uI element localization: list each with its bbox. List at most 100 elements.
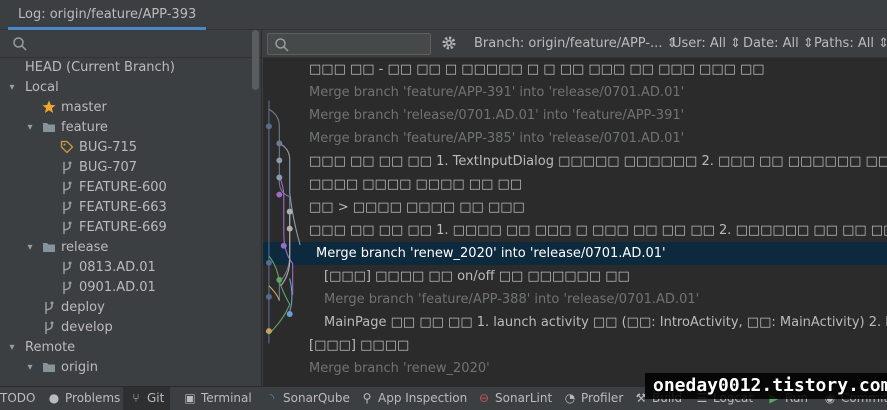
sonarlint-icon: ⊖ <box>478 391 490 405</box>
app-inspection-tab[interactable]: ⚲ App Inspection <box>360 387 468 410</box>
tab-bar: Log: origin/feature/APP-393 <box>0 0 887 30</box>
commit-graph <box>265 100 301 344</box>
tree-local[interactable]: ▾ Local <box>0 78 261 98</box>
chevron-down-icon[interactable]: ▾ <box>24 358 36 378</box>
paths-filter-label: Paths: All <box>814 36 874 51</box>
commit-row[interactable]: Merge branch 'feature/APP-385' into 'rel… <box>263 127 887 150</box>
chevron-down-icon[interactable]: ▾ <box>6 78 18 98</box>
tree-label: Local <box>25 80 59 95</box>
date-filter[interactable]: Date: All ⇕ <box>743 36 814 51</box>
gear-icon[interactable] <box>441 35 457 55</box>
sonarqube-icon: ◝ <box>269 391 275 405</box>
commit-list: □□□ □□ - □□ □□ □ □□□□□ □ □ □□ □□□ □□ □□□… <box>263 58 887 380</box>
tree-label: develop <box>61 320 113 335</box>
search-icon[interactable] <box>12 36 28 56</box>
commit-message: MainPage □□ □□ □□ 1. launch activity □□ … <box>324 315 887 330</box>
tree-branch-bug-715[interactable]: BUG-715 <box>0 138 261 158</box>
commit-row[interactable]: □□□□ □□□□ □□□□ □□ □□ <box>263 173 887 196</box>
tree-release[interactable]: ▾ release <box>0 238 261 258</box>
tree-feature[interactable]: ▾ feature <box>0 118 261 138</box>
watermark: oneday0012.tistory.com <box>645 373 887 399</box>
chevron-down-icon[interactable]: ▾ <box>6 338 18 358</box>
commit-row[interactable]: Merge branch 'release/0701.AD.01' into '… <box>263 104 887 127</box>
commit-message: Merge branch 'feature/APP-391' into 'rel… <box>309 85 685 100</box>
todo-tab[interactable]: TODO <box>0 387 35 410</box>
tree-label: 0813.AD.01 <box>79 260 156 275</box>
commit-row[interactable]: □□□ □□ □□ □□ 1. TextInputDialog □□□□□ □□… <box>263 150 887 173</box>
tree-branch-feature-600[interactable]: FEATURE-600 <box>0 178 261 198</box>
branch-icon <box>60 280 74 296</box>
tree-branch-deploy[interactable]: deploy <box>0 298 261 318</box>
branch-filter[interactable]: Branch: origin/feature/APP-... ⇕ <box>474 36 678 51</box>
commit-row[interactable]: MainPage □□ □□ □□ 1. launch activity □□ … <box>263 311 887 334</box>
tree-label: feature <box>61 120 108 135</box>
branch-icon <box>60 160 74 176</box>
terminal-label: Terminal <box>201 391 252 405</box>
branch-tree-scrollbar[interactable] <box>252 30 259 90</box>
commit-message: □□□ □□ - □□ □□ □ □□□□□ □ □ □□ □□□ □□ □□□… <box>309 62 765 77</box>
commit-message: Merge branch 'release/0701.AD.01' into '… <box>309 108 685 123</box>
app-inspection-label: App Inspection <box>378 391 468 405</box>
branches-panel: HEAD (Current Branch) ▾ Local master ▾ f… <box>0 30 262 386</box>
tree-label: Remote <box>25 340 76 355</box>
commit-message: Merge branch 'feature/APP-388' into 'rel… <box>324 292 700 307</box>
star-icon <box>42 100 56 116</box>
profiler-tab[interactable]: ◔ Profiler <box>563 387 624 410</box>
git-tab[interactable]: ⑂ Git <box>123 387 171 410</box>
commit-row[interactable]: □□ > □□□□ □□□□ □□ □□□ <box>263 196 887 219</box>
commit-message: □□ > □□□□ □□□□ □□ □□□ <box>309 200 525 215</box>
tree-head[interactable]: HEAD (Current Branch) <box>0 58 261 78</box>
commit-search-input[interactable] <box>267 33 431 55</box>
tree-branch-0901[interactable]: 0901.AD.01 <box>0 278 261 298</box>
terminal-tab[interactable]: ▣ Terminal <box>183 387 252 410</box>
tree-label: origin <box>61 360 99 375</box>
folder-icon <box>42 240 56 256</box>
tree-label: FEATURE-600 <box>79 180 167 195</box>
branch-icon <box>60 260 74 276</box>
commit-message: □□□□ □□□□ □□□□ □□ □□ <box>309 177 523 192</box>
commit-row-selected[interactable]: Merge branch 'renew_2020' into 'release/… <box>263 242 887 265</box>
commit-row[interactable]: □□□ □□ - □□ □□ □ □□□□□ □ □ □□ □□□ □□ □□□… <box>263 58 887 81</box>
tree-origin[interactable]: ▾ origin <box>0 358 261 378</box>
branch-icon: ⑂ <box>132 391 140 405</box>
commit-row[interactable]: □□□ □□ □□ □□ 1. □□□□ □□ □□□ □ □□□ □□ □□ … <box>263 219 887 242</box>
user-filter[interactable]: User: All ⇕ <box>672 36 741 51</box>
branch-icon <box>42 300 56 316</box>
tree-branch-0813[interactable]: 0813.AD.01 <box>0 258 261 278</box>
commit-row[interactable]: Merge branch 'feature/APP-391' into 'rel… <box>263 81 887 104</box>
dropdown-icon: ⇕ <box>802 36 814 51</box>
branch-tree: HEAD (Current Branch) ▾ Local master ▾ f… <box>0 58 261 378</box>
commit-row[interactable]: Merge branch 'feature/APP-388' into 'rel… <box>263 288 887 311</box>
paths-filter[interactable]: Paths: All ⇕ <box>814 36 887 51</box>
commit-log-panel: Branch: origin/feature/APP-... ⇕ User: A… <box>263 30 887 386</box>
date-filter-label: Date: All <box>743 36 799 51</box>
branch-search-bar[interactable] <box>0 30 261 58</box>
branch-filter-label: Branch: origin/feature/APP-... <box>474 36 663 51</box>
tree-master[interactable]: master <box>0 98 261 118</box>
folder-icon <box>42 120 56 136</box>
tree-branch-develop[interactable]: develop <box>0 318 261 338</box>
tree-branch-bug-707[interactable]: BUG-707 <box>0 158 261 178</box>
tab-git-log[interactable]: Log: origin/feature/APP-393 <box>8 0 207 30</box>
commit-message: Merge branch 'feature/APP-385' into 'rel… <box>309 131 685 146</box>
sonarqube-label: SonarQube <box>283 391 350 405</box>
branch-icon <box>60 220 74 236</box>
profiler-icon: ◔ <box>564 391 576 405</box>
commit-message: Merge branch 'renew_2020' into 'release/… <box>316 246 666 261</box>
sonarqube-tab[interactable]: ◝ SonarQube <box>265 387 350 410</box>
sonarlint-tab[interactable]: ⊖ SonarLint <box>477 387 552 410</box>
user-filter-label: User: All <box>672 36 727 51</box>
tree-remote[interactable]: ▾ Remote <box>0 338 261 358</box>
tree-label: FEATURE-663 <box>79 200 167 215</box>
chevron-down-icon[interactable]: ▾ <box>24 238 36 258</box>
tree-branch-feature-663[interactable]: FEATURE-663 <box>0 198 261 218</box>
commit-row[interactable]: [□□□] □□□□ □□ on/off □□ □□□□□□ □□ <box>263 265 887 288</box>
commit-message: □□□ □□ □□ □□ 1. TextInputDialog □□□□□ □□… <box>309 154 887 169</box>
chevron-down-icon[interactable]: ▾ <box>24 118 36 138</box>
tree-branch-feature-669[interactable]: FEATURE-669 <box>0 218 261 238</box>
problems-tab[interactable]: ● Problems <box>47 387 121 410</box>
commit-row[interactable]: [□□□] □□□□ <box>263 334 887 357</box>
tree-label: deploy <box>61 300 105 315</box>
tree-label: HEAD (Current Branch) <box>25 60 175 75</box>
problems-label: Problems <box>65 391 121 405</box>
